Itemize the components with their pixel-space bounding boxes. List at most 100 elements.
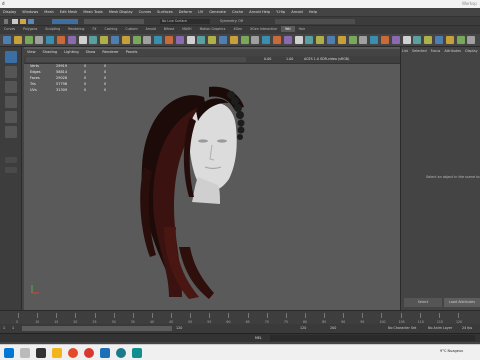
anim-end-field[interactable]: 200 xyxy=(330,326,336,330)
shelf-tool-icon[interactable] xyxy=(111,36,119,44)
maya-icon[interactable] xyxy=(132,348,142,358)
shelf-tool-icon[interactable] xyxy=(24,36,33,44)
menu-item-curves[interactable]: Curves xyxy=(139,10,151,14)
shelf-tab-hair[interactable]: Hair xyxy=(295,26,310,32)
menu-item-mesh[interactable]: Mesh xyxy=(44,10,53,14)
shelf-tab-arnold[interactable]: Arnold xyxy=(142,26,160,32)
panel-tab-list[interactable]: List xyxy=(402,49,408,53)
shelf-tool-icon[interactable] xyxy=(359,36,368,44)
shelf-tool-icon[interactable] xyxy=(57,36,65,44)
shelf-tool-icon[interactable] xyxy=(467,36,476,44)
mel-label[interactable]: MEL xyxy=(255,336,262,340)
shelf-tool-icon[interactable] xyxy=(46,36,55,44)
shelf-tool-icon[interactable] xyxy=(413,36,422,44)
shelf-tool-icon[interactable] xyxy=(273,36,281,44)
shelf-tab-yeti[interactable]: Yeti xyxy=(280,26,295,32)
shelf-tool-icon[interactable] xyxy=(143,36,152,44)
render-icons[interactable] xyxy=(275,19,355,24)
shelf-tab-bifrost[interactable]: Bifrost xyxy=(160,26,178,32)
panel-tab-selected[interactable]: Selected xyxy=(412,49,427,53)
shelf-tool-icon[interactable] xyxy=(208,36,217,44)
shelf-tab-sculpting[interactable]: Sculpting xyxy=(41,26,64,32)
shelf-tool-icon[interactable] xyxy=(251,36,260,44)
shelf-tab-xgen-interactive[interactable]: XGen Interactive xyxy=(246,26,281,32)
menu-item-windows[interactable]: Windows xyxy=(22,10,38,14)
shelf-tab-caching[interactable]: Caching xyxy=(100,26,121,32)
shelf-tool-icon[interactable] xyxy=(165,36,173,44)
shelf-tab-xgen[interactable]: XGen xyxy=(229,26,246,32)
range-bar[interactable] xyxy=(22,326,172,331)
shelf-tool-icon[interactable] xyxy=(391,36,400,44)
viewport-menu-show[interactable]: Show xyxy=(86,50,96,54)
shelf-tool-icon[interactable] xyxy=(13,36,22,44)
viewport-menu-shading[interactable]: Shading xyxy=(43,50,58,54)
menu-item-arnold-help[interactable]: Arnold Help xyxy=(249,10,270,14)
collapse-icon[interactable] xyxy=(4,19,8,24)
layout-single-icon[interactable] xyxy=(5,157,17,163)
menu-item-mesh-display[interactable]: Mesh Display xyxy=(109,10,133,14)
shelf-tool-icon[interactable] xyxy=(402,36,411,44)
panel-tab-display[interactable]: Display xyxy=(465,49,478,53)
snap-icons[interactable] xyxy=(84,19,144,24)
move-tool-icon[interactable] xyxy=(5,96,17,108)
live-surface-field[interactable]: No Live Surface xyxy=(160,19,210,24)
shelf-tool-icon[interactable] xyxy=(67,36,76,44)
new-scene-icon[interactable] xyxy=(12,19,18,24)
lasso-tool-icon[interactable] xyxy=(5,66,17,78)
viewport-menu-lighting[interactable]: Lighting xyxy=(64,50,79,54)
menu-item-deform[interactable]: Deform xyxy=(179,10,192,14)
paint-select-icon[interactable] xyxy=(5,81,17,93)
shelf-tab-custom[interactable]: Custom xyxy=(121,26,141,32)
shelf-tool-icon[interactable] xyxy=(175,36,184,44)
selection-mask-icons[interactable] xyxy=(52,19,78,24)
shelf-tool-icon[interactable] xyxy=(89,36,98,44)
shelf-tab-polygons[interactable]: Polygons xyxy=(19,26,41,32)
panel-tab-attributes[interactable]: Attributes xyxy=(444,49,461,53)
shelf-tool-icon[interactable] xyxy=(154,36,163,44)
shelf-tool-icon[interactable] xyxy=(424,36,433,44)
open-scene-icon[interactable] xyxy=(20,19,26,24)
task-view-icon[interactable] xyxy=(36,348,46,358)
shelf-tool-icon[interactable] xyxy=(78,36,87,44)
range-end-inner-field[interactable]: 120 xyxy=(176,326,182,330)
weather-widget[interactable]: 9°C Nuageux xyxy=(440,349,463,353)
exposure-value[interactable]: 0.00 xyxy=(264,57,271,61)
shelf-tab-fx[interactable]: FX xyxy=(88,26,100,32)
rotate-tool-icon[interactable] xyxy=(5,111,17,123)
shelf-tool-icon[interactable] xyxy=(35,36,44,44)
shelf-tool-icon[interactable] xyxy=(337,36,346,44)
opera-icon[interactable] xyxy=(84,348,94,358)
shelf-tool-icon[interactable] xyxy=(197,36,206,44)
viewport-menu-view[interactable]: View xyxy=(27,50,36,54)
file-explorer-icon[interactable] xyxy=(52,348,62,358)
fps-dropdown[interactable]: 24 fps xyxy=(462,326,472,330)
select-button[interactable]: Select xyxy=(404,298,442,307)
viewport-menu-renderer[interactable]: Renderer xyxy=(102,50,118,54)
colorspace-dropdown[interactable]: ACES 1.0 SDR-video (sRGB) xyxy=(304,57,349,61)
shelf-tool-icon[interactable] xyxy=(435,36,443,44)
shelf-tool-icon[interactable] xyxy=(262,36,271,44)
shelf-tool-icon[interactable] xyxy=(100,36,109,44)
shelf-tool-icon[interactable] xyxy=(121,36,130,44)
shelf-tool-icon[interactable] xyxy=(445,36,454,44)
shelf-tool-icon[interactable] xyxy=(316,36,325,44)
shelf-tab-mash[interactable]: MASH xyxy=(178,26,195,32)
shelf-tab-curves[interactable]: Curves xyxy=(0,26,19,32)
load-attributes-button[interactable]: Load Attributes xyxy=(444,298,480,307)
menu-item-edit-mesh[interactable]: Edit Mesh xyxy=(60,10,78,14)
scale-tool-icon[interactable] xyxy=(5,126,17,138)
shelf-tab-rendering[interactable]: Rendering xyxy=(64,26,88,32)
menu-item-y-hip[interactable]: Y-Hip xyxy=(276,10,285,14)
anim-layer-dropdown[interactable]: No Anim Layer xyxy=(428,326,452,330)
character-set-dropdown[interactable]: No Character Set xyxy=(388,326,416,330)
command-input[interactable] xyxy=(270,335,475,341)
shelf-tool-icon[interactable] xyxy=(3,36,11,44)
menu-item-mesh-tools[interactable]: Mesh Tools xyxy=(83,10,102,14)
chrome-icon[interactable] xyxy=(68,348,78,358)
shelf-tool-icon[interactable] xyxy=(327,36,335,44)
save-scene-icon[interactable] xyxy=(28,19,34,24)
shelf-tool-icon[interactable] xyxy=(240,36,249,44)
menu-item-cache[interactable]: Cache xyxy=(232,10,243,14)
word-icon[interactable] xyxy=(100,348,110,358)
menu-item-arnold[interactable]: Arnold xyxy=(291,10,303,14)
